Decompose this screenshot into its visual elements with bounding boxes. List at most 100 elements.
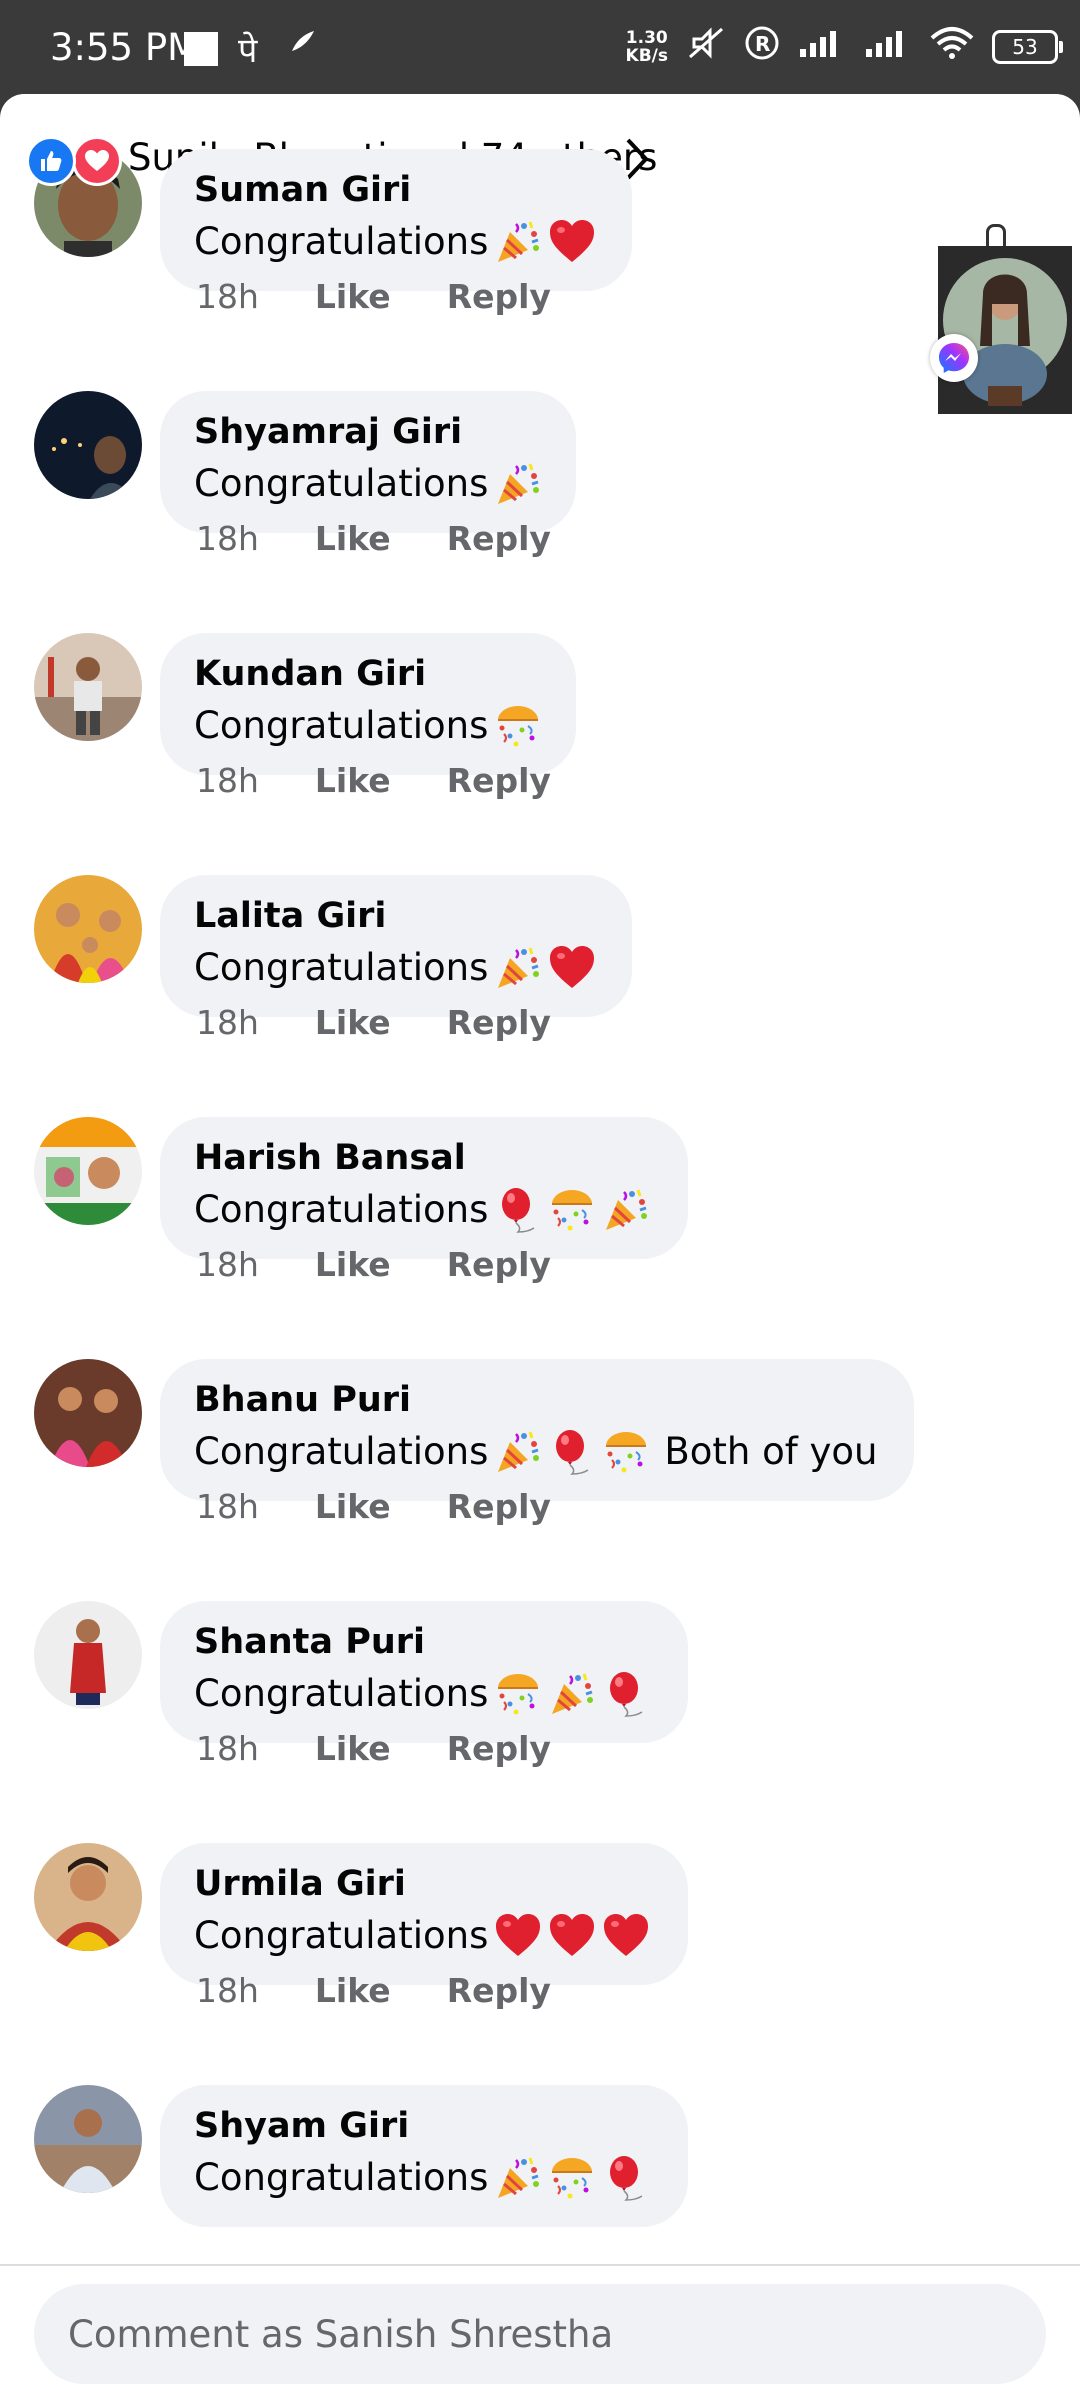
like-button[interactable]: Like [315, 1971, 391, 2010]
notification-icon [184, 32, 218, 66]
reply-button[interactable]: Reply [447, 1487, 551, 1526]
red-heart-emoji-icon [548, 1912, 596, 1960]
comment-actions: 18h Like Reply [196, 519, 551, 558]
confetti-ball-emoji-icon [548, 2154, 596, 2202]
comment-text: Congratulations [194, 1907, 654, 1965]
comment-actions: 18h Like Reply [196, 1487, 551, 1526]
avatar[interactable] [34, 633, 142, 741]
comment-author[interactable]: Bhanu Puri [194, 1377, 880, 1423]
comment-author[interactable]: Lalita Giri [194, 893, 598, 939]
comment-input[interactable] [34, 2284, 1046, 2384]
comment-text-suffix: Both of you [664, 1430, 878, 1473]
comment-bubble[interactable]: Kundan Giri Congratulations [160, 633, 576, 775]
avatar[interactable] [34, 1843, 142, 1951]
avatar[interactable] [34, 1359, 142, 1467]
comment-text-body: Congratulations [194, 704, 489, 747]
comment-item: Lalita Giri Congratulations 18h Like Reply [0, 875, 1080, 1117]
like-button[interactable]: Like [315, 519, 391, 558]
svg-text:R: R [755, 32, 770, 56]
reply-button[interactable]: Reply [447, 1245, 551, 1284]
comment-author[interactable]: Shanta Puri [194, 1619, 654, 1665]
comment-timestamp: 18h [196, 1729, 259, 1768]
reply-button[interactable]: Reply [447, 1971, 551, 2010]
comment-actions: 18h Like Reply [196, 1245, 551, 1284]
red-heart-emoji-icon [548, 944, 596, 992]
status-time: 3:55 PM [50, 26, 200, 69]
reply-button[interactable]: Reply [447, 1729, 551, 1768]
comment-item: Urmila Giri Congratulations 18h Like Reply [0, 1843, 1080, 2085]
confetti-ball-emoji-icon [494, 702, 542, 750]
reply-button[interactable]: Reply [447, 761, 551, 800]
comment-author[interactable]: Suman Giri [194, 167, 598, 213]
comment-timestamp: 18h [196, 761, 259, 800]
comment-item: Bhanu Puri Congratulations Both of you 18h L… [0, 1359, 1080, 1601]
avatar[interactable] [34, 1601, 142, 1709]
like-button[interactable]: Like [315, 1487, 391, 1526]
comment-item: Shyamraj Giri Congratulations 18h Like Reply [0, 391, 1080, 633]
comment-bubble[interactable]: Shyamraj Giri Congratulations [160, 391, 576, 533]
comment-bubble[interactable]: Harish Bansal Congratulations [160, 1117, 688, 1259]
comment-text: Congratulations [194, 1665, 654, 1723]
comment-bubble[interactable]: Shyam Giri Congratulations [160, 2085, 688, 2227]
avatar[interactable] [34, 1117, 142, 1225]
comment-item: Shanta Puri Congratulations 18h Like Reply [0, 1601, 1080, 1843]
comment-bubble[interactable]: Urmila Giri Congratulations [160, 1843, 688, 1985]
comment-text-body: Congratulations [194, 946, 489, 989]
comment-text-body: Congratulations [194, 1188, 489, 1231]
comment-item: Kundan Giri Congratulations 18h Like Reply [0, 633, 1080, 875]
confetti-ball-emoji-icon [494, 1670, 542, 1718]
messenger-chat-head[interactable] [938, 246, 1072, 414]
like-button[interactable]: Like [315, 1003, 391, 1042]
avatar[interactable] [34, 391, 142, 499]
balloon-emoji-icon [494, 1186, 542, 1234]
comment-text: Congratulations Both of you [194, 1423, 880, 1481]
confetti-ball-emoji-icon [548, 1186, 596, 1234]
party-popper-emoji-icon [494, 944, 542, 992]
comment-author[interactable]: Urmila Giri [194, 1861, 654, 1907]
reply-button[interactable]: Reply [447, 519, 551, 558]
reply-button[interactable]: Reply [447, 1003, 551, 1042]
comment-text: Congratulations [194, 455, 542, 513]
comment-text-body: Congratulations [194, 1914, 489, 1957]
red-heart-emoji-icon [602, 1912, 650, 1960]
comment-text-body: Congratulations [194, 2156, 489, 2199]
avatar[interactable] [34, 875, 142, 983]
status-bar: 3:55 PM पे 1.30 KB/s R 53 [0, 0, 1080, 96]
like-button[interactable]: Like [315, 1729, 391, 1768]
avatar[interactable] [34, 2085, 142, 2193]
comment-bubble[interactable]: Bhanu Puri Congratulations Both of you [160, 1359, 914, 1501]
red-heart-emoji-icon [494, 1912, 542, 1960]
reply-button[interactable]: Reply [447, 277, 551, 316]
like-button[interactable]: Like [315, 761, 391, 800]
comment-author[interactable]: Shyamraj Giri [194, 409, 542, 455]
party-popper-emoji-icon [602, 1186, 650, 1234]
network-speed-unit: KB/s [625, 46, 668, 66]
comment-author[interactable]: Kundan Giri [194, 651, 542, 697]
comment-text-body: Congratulations [194, 220, 489, 263]
network-speed-value: 1.30 [625, 28, 668, 48]
comment-text-body: Congratulations [194, 462, 489, 505]
comment-actions: 18h Like Reply [196, 1971, 551, 2010]
network-speed: 1.30 KB/s [626, 29, 668, 65]
mute-icon [686, 25, 726, 70]
party-popper-emoji-icon [494, 2154, 542, 2202]
like-button[interactable]: Like [315, 1245, 391, 1284]
comment-timestamp: 18h [196, 277, 259, 316]
comment-author[interactable]: Harish Bansal [194, 1135, 654, 1181]
comment-actions: 18h Like Reply [196, 1003, 551, 1042]
comment-item: Suman Giri Congratulations 18h Like Reply [0, 149, 1080, 391]
comment-bubble[interactable]: Shanta Puri Congratulations [160, 1601, 688, 1743]
confetti-ball-emoji-icon [602, 1428, 650, 1476]
comment-text: Congratulations [194, 697, 542, 755]
red-heart-emoji-icon [548, 218, 596, 266]
comment-timestamp: 18h [196, 1245, 259, 1284]
like-icon [26, 136, 76, 186]
like-button[interactable]: Like [315, 277, 391, 316]
comment-bubble[interactable]: Lalita Giri Congratulations [160, 875, 632, 1017]
comment-bubble[interactable]: Suman Giri Congratulations [160, 149, 632, 291]
comment-text: Congratulations [194, 1181, 654, 1239]
comment-timestamp: 18h [196, 1487, 259, 1526]
comment-author[interactable]: Shyam Giri [194, 2103, 654, 2149]
comment-text-body: Congratulations [194, 1430, 489, 1473]
r-icon: R [744, 25, 780, 70]
